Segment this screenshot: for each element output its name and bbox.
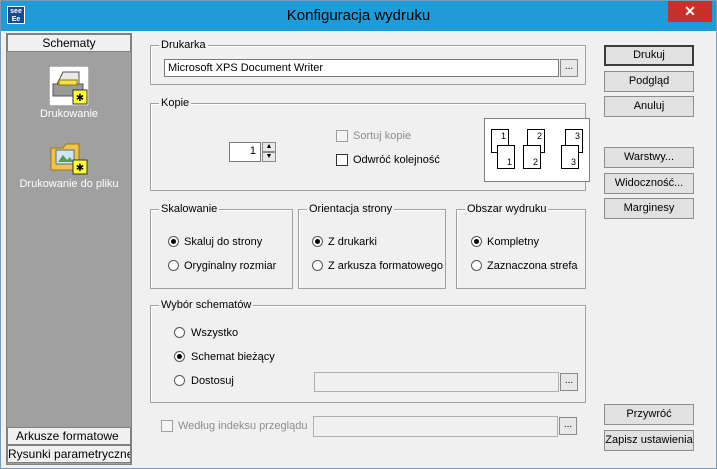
title-bar: see Ee Konfiguracja wydruku ✕ [1,1,716,31]
copies-group-title: Kopie [159,96,192,110]
chevron-up-icon: ▲ [265,143,273,150]
restore-button[interactable]: Przywróć [604,404,694,425]
cancel-button[interactable]: Anuluj [604,96,694,117]
pane-item-label: Drukowanie do pliku [19,178,119,190]
preview-page: 2 [523,145,541,169]
print-area-group-title: Obszar wydruku [465,202,549,216]
complete-radio[interactable] [471,236,482,247]
close-button[interactable]: ✕ [668,1,712,22]
preview-page: 1 [497,145,515,169]
print-config-window: see Ee Konfiguracja wydruku ✕ Schematy ✱… [0,0,717,469]
orientation-group: Orientacja strony Z drukarki Z arkusza f… [298,202,446,289]
pane-item-label: Drukowanie [39,108,99,120]
all-schemes-label: Wszystko [191,327,239,339]
by-index-input[interactable] [313,416,558,437]
scale-to-page-radio[interactable] [168,236,179,247]
preview-page: 3 [561,145,579,169]
scheme-selection-group-title: Wybór schematów [159,298,254,312]
scale-to-page-label: Skaluj do strony [184,236,263,248]
copies-count-input[interactable]: 1 [229,142,261,162]
by-index-label: Według indeksu przeglądu [178,420,308,432]
all-schemes-radio[interactable] [174,327,185,338]
from-printer-label: Z drukarki [328,236,377,248]
scheme-selection-group: Wybór schematów Wszystko Schemat bieżący… [150,298,586,403]
folder-icon: ✱ [50,143,88,175]
save-settings-button[interactable]: Zapisz ustawienia [604,430,694,451]
print-button[interactable]: Drukuj [604,45,694,66]
pane-item-print-to-file[interactable]: ✱ Drukowanie do pliku [7,140,131,190]
by-index-browse-button[interactable]: ... [559,417,577,435]
printer-group-title: Drukarka [159,38,208,52]
customize-browse-button[interactable]: ... [560,373,578,391]
close-icon: ✕ [684,3,696,19]
copies-decrement-button[interactable]: ▼ [262,152,276,162]
main-panel: Drukarka Microsoft XPS Document Writer .… [138,33,594,464]
orientation-group-title: Orientacja strony [307,202,395,216]
scaling-group: Skalowanie Skaluj do strony Oryginalny r… [150,202,293,289]
current-scheme-radio[interactable] [174,351,185,362]
original-size-radio[interactable] [168,260,179,271]
tab-format-sheets[interactable]: Arkusze formatowe [7,427,131,445]
scaling-group-title: Skalowanie [159,202,220,216]
sort-copies-checkbox[interactable] [336,130,348,142]
preview-button[interactable]: Podgląd [604,71,694,92]
reverse-order-label: Odwróć kolejność [353,154,440,166]
copies-preview: 1 1 2 2 3 3 [484,118,590,182]
customize-label: Dostosuj [191,375,234,387]
original-size-label: Oryginalny rozmiar [184,260,277,272]
visibility-button[interactable]: Widoczność... [604,173,694,194]
print-area-group: Obszar wydruku Kompletny Zaznaczona stre… [456,202,586,289]
window-title: Konfiguracja wydruku [286,7,431,24]
chevron-down-icon: ▼ [265,153,273,160]
schemes-pane: Schematy ✱ Drukowanie ✱ Drukowanie do pl… [6,33,132,465]
customize-input[interactable] [314,372,559,392]
pane-item-printing[interactable]: ✱ Drukowanie [7,66,131,120]
layers-button[interactable]: Warstwy... [604,147,694,168]
sort-copies-label: Sortuj kopie [353,130,412,142]
tab-parametric-drawings[interactable]: Rysunki parametryczne [7,445,131,463]
reverse-order-checkbox[interactable] [336,154,348,166]
from-format-sheet-radio[interactable] [312,260,323,271]
svg-text:✱: ✱ [76,163,84,174]
printer-browse-button[interactable]: ... [560,59,578,77]
from-format-sheet-label: Z arkusza formatowego [328,260,443,272]
printer-icon: ✱ [49,66,89,106]
printer-group: Drukarka Microsoft XPS Document Writer .… [150,38,586,85]
selected-area-radio[interactable] [471,260,482,271]
margins-button[interactable]: Marginesy [604,198,694,219]
printer-select[interactable]: Microsoft XPS Document Writer [164,59,559,77]
tab-schemes[interactable]: Schematy [7,34,131,52]
copies-increment-button[interactable]: ▲ [262,142,276,152]
by-index-checkbox[interactable] [161,420,173,432]
customize-radio[interactable] [174,375,185,386]
selected-area-label: Zaznaczona strefa [487,260,578,272]
copies-group: Kopie 1 ▲ ▼ Sortuj kopie Odwróć kolejnoś… [150,96,590,191]
current-scheme-label: Schemat bieżący [191,351,275,363]
complete-label: Kompletny [487,236,539,248]
svg-text:✱: ✱ [76,93,84,104]
from-printer-radio[interactable] [312,236,323,247]
